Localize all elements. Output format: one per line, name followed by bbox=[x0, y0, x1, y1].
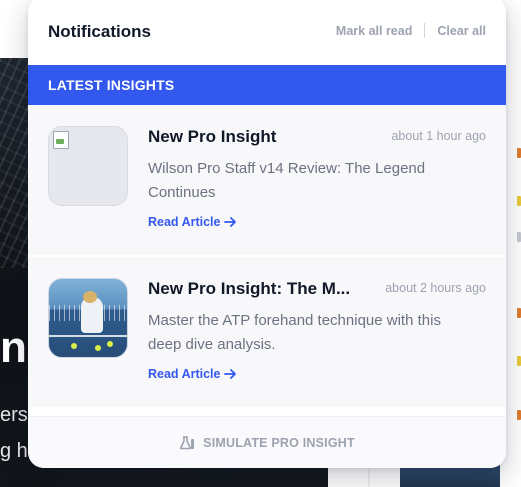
background-marker bbox=[517, 196, 521, 206]
background-marker bbox=[517, 308, 521, 318]
header-actions: Mark all read Clear all bbox=[336, 23, 486, 38]
thumbnail-player-head bbox=[83, 291, 97, 303]
thumbnail-ball bbox=[107, 341, 113, 347]
thumbnail-ball bbox=[95, 345, 101, 351]
flask-icon bbox=[179, 435, 195, 449]
read-article-link[interactable]: Read Article bbox=[148, 367, 237, 381]
panel-title: Notifications bbox=[48, 22, 151, 41]
notifications-panel: Notifications Mark all read Clear all LA… bbox=[28, 0, 506, 468]
read-article-label: Read Article bbox=[148, 367, 221, 381]
hero-heading-fragment: n bbox=[0, 323, 27, 372]
notification-body: Master the ATP forehand technique with t… bbox=[148, 312, 441, 353]
notification-item[interactable]: New Pro Insight: The M... about 2 hours … bbox=[28, 257, 506, 407]
notification-list: New Pro Insight about 1 hour ago Wilson … bbox=[28, 105, 506, 407]
notification-timestamp: about 2 hours ago bbox=[385, 281, 486, 295]
arrow-right-icon bbox=[224, 217, 237, 227]
notification-item[interactable]: New Pro Insight about 1 hour ago Wilson … bbox=[28, 105, 506, 255]
notification-body: Wilson Pro Staff v14 Review: The Legend … bbox=[148, 160, 426, 201]
background-marker bbox=[517, 148, 521, 158]
thumbnail-court-line bbox=[49, 335, 127, 337]
background-marker bbox=[517, 410, 521, 420]
background-marker bbox=[517, 356, 521, 366]
simulate-pro-insight-button[interactable]: SIMULATE PRO INSIGHT bbox=[28, 416, 506, 468]
clear-all-button[interactable]: Clear all bbox=[437, 24, 486, 38]
panel-header: Notifications Mark all read Clear all bbox=[28, 0, 506, 65]
broken-image-thumbnail bbox=[48, 126, 128, 206]
section-header-latest-insights: LATEST INSIGHTS bbox=[28, 65, 506, 105]
arrow-right-icon bbox=[224, 369, 237, 379]
thumbnail-ball bbox=[71, 343, 77, 349]
read-article-label: Read Article bbox=[148, 215, 221, 229]
simulate-pro-insight-label: SIMULATE PRO INSIGHT bbox=[203, 435, 355, 450]
hero-subtext-fragment-1: ers bbox=[0, 404, 28, 426]
notification-title: New Pro Insight: The M... bbox=[148, 279, 351, 298]
background-marker bbox=[517, 232, 521, 242]
header-divider bbox=[424, 23, 426, 38]
notification-title: New Pro Insight bbox=[148, 127, 277, 146]
notification-timestamp: about 1 hour ago bbox=[391, 129, 486, 143]
mark-all-read-button[interactable]: Mark all read bbox=[336, 24, 412, 38]
tennis-player-thumbnail bbox=[48, 278, 128, 358]
read-article-link[interactable]: Read Article bbox=[148, 215, 237, 229]
